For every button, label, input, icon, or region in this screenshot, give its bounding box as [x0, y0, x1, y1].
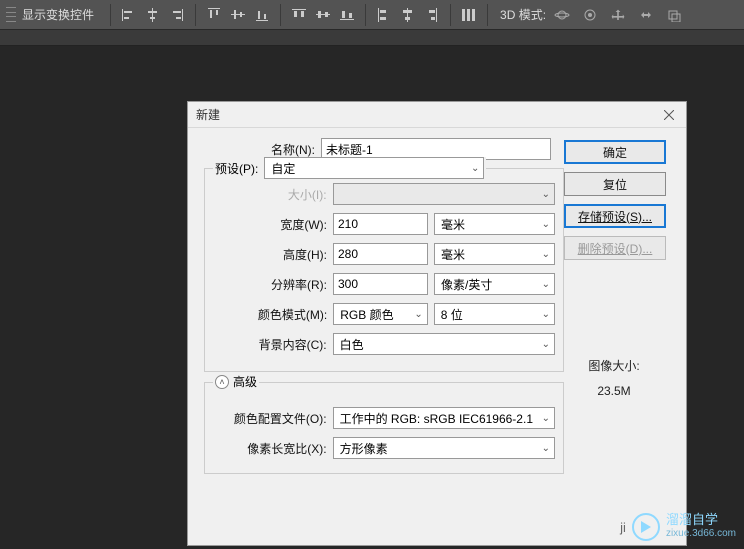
3d-orbit-icon[interactable] — [551, 4, 573, 26]
watermark: ji 溜溜自学 zixue.3d66.com — [620, 513, 736, 541]
bg-select[interactable]: 白色⌄ — [333, 333, 555, 355]
resolution-unit-select[interactable]: 像素/英寸⌄ — [434, 273, 555, 295]
width-label: 宽度(W): — [213, 216, 327, 233]
preset-value: 自定 — [271, 160, 295, 177]
color-mode-select[interactable]: RGB 颜色⌄ — [333, 303, 427, 325]
chevron-down-icon: ⌄ — [471, 163, 479, 174]
chevron-down-icon: ⌄ — [542, 339, 550, 350]
preset-label: 预设(P): — [215, 160, 258, 177]
chevron-down-icon: ⌄ — [542, 279, 550, 290]
preset-select[interactable]: 自定 ⌄ — [264, 157, 484, 179]
color-depth-select[interactable]: 8 位⌄ — [434, 303, 555, 325]
transform-controls-label[interactable]: 显示变换控件 — [22, 6, 94, 23]
watermark-play-icon — [632, 513, 660, 541]
chevron-up-icon: ˄ — [215, 375, 229, 389]
toolbar-divider — [487, 4, 488, 26]
advanced-group: ˄ 高级 颜色配置文件(O): 工作中的 RGB: sRGB IEC61966-… — [204, 382, 564, 474]
color-mode-label: 颜色模式(M): — [213, 306, 327, 323]
dist-v-left-icon[interactable] — [373, 4, 395, 26]
name-label: 名称(N): — [200, 141, 315, 158]
profile-label: 颜色配置文件(O): — [213, 410, 327, 427]
new-document-dialog: 新建 名称(N): 预设(P): 自定 ⌄ 大小(I): ⌄ — [187, 101, 687, 546]
3d-mode-section: 3D 模式: — [500, 4, 686, 26]
align-vcenter-icon[interactable] — [227, 4, 249, 26]
dialog-side-buttons: 确定 复位 存储预设(S)... 删除预设(D)... — [564, 140, 666, 260]
advanced-label: 高级 — [233, 373, 257, 390]
chevron-down-icon: ⌄ — [414, 309, 422, 320]
profile-select[interactable]: 工作中的 RGB: sRGB IEC61966-2.1⌄ — [333, 407, 555, 429]
toolbar-divider — [450, 4, 451, 26]
aspect-label: 像素长宽比(X): — [213, 440, 327, 457]
chevron-down-icon: ⌄ — [542, 413, 550, 424]
dist-h-center-icon[interactable] — [312, 4, 334, 26]
resolution-label: 分辨率(R): — [213, 276, 327, 293]
image-size-value: 23.5M — [564, 384, 664, 398]
height-input[interactable] — [333, 243, 428, 265]
delete-preset-button: 删除预设(D)... — [564, 236, 666, 260]
image-size-info: 图像大小: 23.5M — [564, 357, 664, 398]
chevron-down-icon: ⌄ — [542, 443, 550, 454]
image-size-label: 图像大小: — [564, 357, 664, 374]
3d-mode-label: 3D 模式: — [500, 6, 546, 23]
watermark-url: zixue.3d66.com — [666, 527, 736, 541]
3d-slide-icon[interactable] — [635, 4, 657, 26]
align-bottom-icon[interactable] — [251, 4, 273, 26]
3d-pan-icon[interactable] — [607, 4, 629, 26]
dialog-titlebar[interactable]: 新建 — [188, 102, 686, 128]
align-top-icon[interactable] — [203, 4, 225, 26]
align-right-icon[interactable] — [166, 4, 188, 26]
top-toolbar: 显示变换控件 3D 模式: — [0, 0, 744, 30]
3d-scale-icon[interactable] — [663, 4, 685, 26]
chevron-down-icon: ⌄ — [542, 189, 550, 200]
toolbar-divider — [195, 4, 196, 26]
dist-v-center-icon[interactable] — [397, 4, 419, 26]
close-icon[interactable] — [658, 104, 680, 126]
chevron-down-icon: ⌄ — [542, 219, 550, 230]
dialog-title: 新建 — [196, 106, 220, 123]
size-select: ⌄ — [333, 183, 555, 205]
ruler — [0, 30, 744, 46]
toolbar-divider — [280, 4, 281, 26]
resolution-input[interactable] — [333, 273, 428, 295]
height-label: 高度(H): — [213, 246, 327, 263]
chevron-down-icon: ⌄ — [542, 309, 550, 320]
3d-rotate-icon[interactable] — [579, 4, 601, 26]
aspect-select[interactable]: 方形像素⌄ — [333, 437, 555, 459]
reset-button[interactable]: 复位 — [564, 172, 666, 196]
dist-h-bottom-icon[interactable] — [336, 4, 358, 26]
width-unit-select[interactable]: 毫米⌄ — [434, 213, 555, 235]
toolbar-divider — [110, 4, 111, 26]
align-left-icon[interactable] — [118, 4, 140, 26]
width-input[interactable] — [333, 213, 428, 235]
grip-handle[interactable] — [6, 6, 16, 24]
watermark-title: 溜溜自学 — [666, 513, 736, 527]
advanced-toggle[interactable]: ˄ 高级 — [213, 373, 259, 390]
align-hcenter-icon[interactable] — [142, 4, 164, 26]
dist-v-right-icon[interactable] — [421, 4, 443, 26]
save-preset-button[interactable]: 存储预设(S)... — [564, 204, 666, 228]
preset-group: 预设(P): 自定 ⌄ 大小(I): ⌄ 宽度(W): 毫米⌄ — [204, 168, 564, 372]
ok-button[interactable]: 确定 — [564, 140, 666, 164]
bg-label: 背景内容(C): — [213, 336, 327, 353]
toolbar-divider — [365, 4, 366, 26]
auto-align-icon[interactable] — [458, 4, 480, 26]
size-label: 大小(I): — [213, 186, 327, 203]
dist-h-top-icon[interactable] — [288, 4, 310, 26]
height-unit-select[interactable]: 毫米⌄ — [434, 243, 555, 265]
chevron-down-icon: ⌄ — [542, 249, 550, 260]
